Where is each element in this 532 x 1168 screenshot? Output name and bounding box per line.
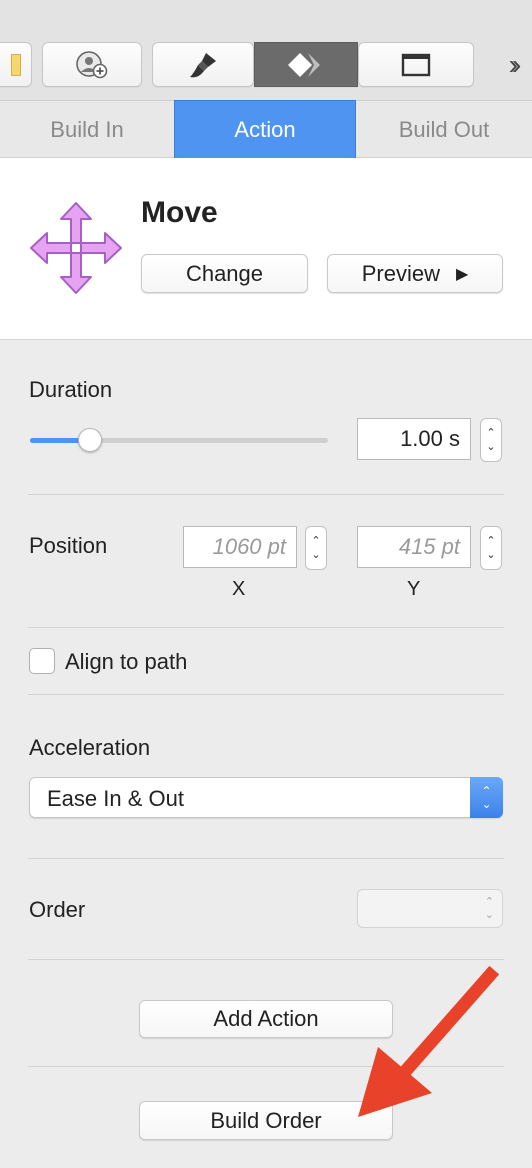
toolbar-document-setup-button[interactable]: [358, 42, 474, 87]
acceleration-select[interactable]: Ease In & Out ⌃ ⌄: [29, 777, 503, 818]
duration-slider-thumb[interactable]: [77, 428, 102, 452]
position-y-stepper[interactable]: ⌃ ⌄: [480, 526, 502, 570]
divider: [28, 858, 504, 859]
effect-name: Move: [141, 196, 218, 229]
preview-label: Preview: [361, 260, 440, 286]
toolbar: ››: [0, 0, 532, 100]
chevron-up-icon[interactable]: ⌃: [486, 534, 495, 548]
position-x-field[interactable]: 1060 pt: [183, 526, 297, 568]
chevron-down-icon[interactable]: ⌄: [486, 548, 495, 562]
change-button[interactable]: Change: [141, 254, 308, 293]
acceleration-value: Ease In & Out: [47, 786, 184, 811]
acceleration-label: Acceleration: [29, 735, 151, 760]
add-person-icon: [76, 50, 108, 78]
toolbar-document-button[interactable]: [0, 42, 32, 87]
toolbar-format-button[interactable]: [152, 42, 254, 87]
duration-stepper[interactable]: ⌃ ⌄: [480, 418, 502, 462]
divider: [28, 627, 504, 628]
chevron-down-icon[interactable]: ⌄: [311, 548, 320, 562]
duration-field[interactable]: 1.00 s: [357, 418, 471, 460]
chevron-down-icon[interactable]: ⌄: [486, 440, 495, 454]
select-arrows-icon: ⌃ ⌄: [470, 777, 503, 818]
position-x-stepper[interactable]: ⌃ ⌄: [305, 526, 327, 570]
position-y-field[interactable]: 415 pt: [357, 526, 471, 568]
divider: [28, 694, 504, 695]
tab-bar: Build In Action Build Out: [0, 100, 532, 159]
animate-diamond-icon: [288, 52, 320, 77]
tab-build-in[interactable]: Build In: [0, 101, 174, 158]
align-to-path-label[interactable]: Align to path: [65, 649, 187, 675]
move-arrows-icon: [30, 202, 122, 294]
toolbar-animate-button[interactable]: [254, 42, 358, 87]
divider: [28, 959, 504, 960]
play-icon: ▶: [455, 265, 469, 283]
tab-build-out[interactable]: Build Out: [356, 101, 532, 158]
y-axis-label: Y: [407, 578, 421, 600]
chevron-up-icon[interactable]: ⌃: [486, 426, 495, 440]
x-axis-label: X: [232, 578, 246, 600]
select-arrows-icon: ⌃ ⌄: [484, 896, 494, 921]
toolbar-overflow-button[interactable]: ››: [495, 48, 529, 82]
document-icon: [11, 53, 21, 76]
duration-slider-track[interactable]: [30, 438, 328, 443]
divider: [28, 494, 504, 495]
order-select: ⌃ ⌄: [357, 889, 503, 928]
toolbar-collaborate-button[interactable]: [42, 42, 142, 87]
tab-action[interactable]: Action: [174, 100, 356, 159]
duration-label: Duration: [29, 377, 113, 402]
annotation-arrow-icon: [358, 965, 500, 1117]
chevron-up-icon[interactable]: ⌃: [311, 534, 320, 548]
paintbrush-icon: [190, 52, 216, 77]
order-label: Order: [29, 897, 86, 922]
align-to-path-checkbox[interactable]: [29, 648, 55, 674]
window-frame-icon: [401, 53, 431, 76]
position-label: Position: [29, 533, 108, 558]
preview-button[interactable]: Preview ▶: [327, 254, 503, 293]
